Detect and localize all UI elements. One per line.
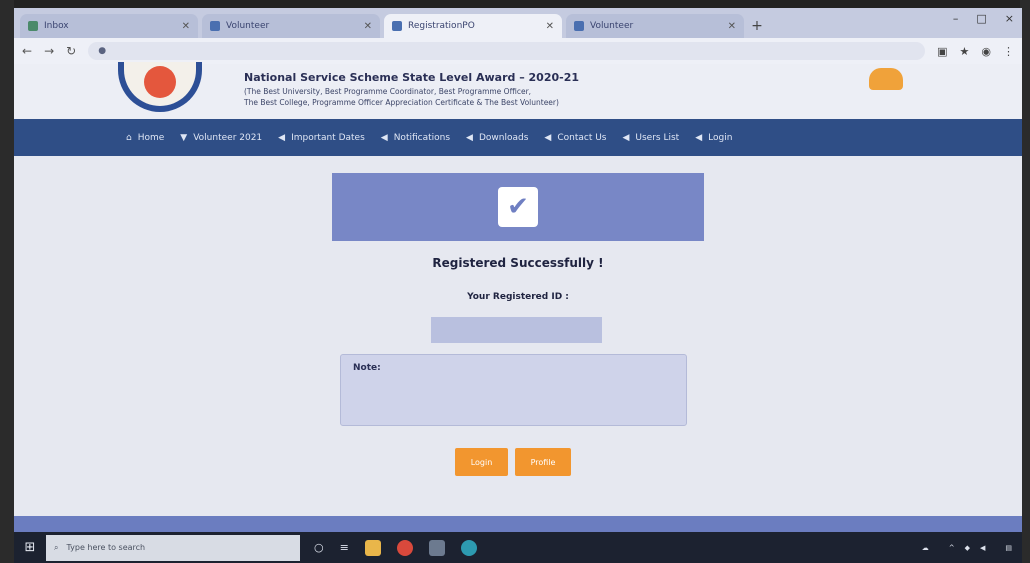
calendar-icon: ◀ xyxy=(278,132,286,143)
window-controls: – □ × xyxy=(953,12,1014,25)
file-explorer-icon[interactable] xyxy=(364,539,381,556)
windows-start-icon[interactable]: ⊞ xyxy=(14,532,46,563)
monitor-bezel-left xyxy=(0,0,14,563)
screen: Inbox ✕ Volunteer ✕ RegistrationPO ✕ Vol… xyxy=(14,8,1022,563)
browser-toolbar: ← → ↻ ● ▣ ★ ◉ ⋮ xyxy=(14,38,1022,64)
menu-kebab-icon[interactable]: ⋮ xyxy=(1003,45,1014,58)
widgets-icon[interactable]: ≡ xyxy=(340,541,349,554)
site-subtitle-line-1: (The Best University, Best Programme Coo… xyxy=(244,87,532,96)
site-subtitle-line-2: The Best College, Programme Officer Appr… xyxy=(244,98,559,107)
tab-volunteer-1[interactable]: Volunteer ✕ xyxy=(202,14,380,38)
close-icon[interactable]: ✕ xyxy=(728,21,736,32)
nav-downloads[interactable]: ◀ Downloads xyxy=(466,133,528,143)
nav-label: Contact Us xyxy=(557,132,607,143)
photos-app-icon[interactable] xyxy=(428,539,445,556)
volume-icon[interactable]: ◀ xyxy=(980,544,985,552)
tab-strip: Inbox ✕ Volunteer ✕ RegistrationPO ✕ Vol… xyxy=(14,8,1022,38)
nav-label: Notifications xyxy=(393,132,451,143)
nav-volunteer[interactable]: ▼ Volunteer 2021 xyxy=(180,133,262,143)
site-footer xyxy=(14,516,1022,532)
doc-favicon-icon xyxy=(574,21,584,31)
tab-label: Volunteer xyxy=(590,21,634,31)
new-tab-button[interactable]: + xyxy=(748,14,766,38)
toolbar-actions: ▣ ★ ◉ ⋮ xyxy=(937,45,1014,58)
logo-wheel-icon xyxy=(144,66,176,98)
note-title: Note: xyxy=(353,363,381,373)
nav-label: Login xyxy=(708,132,733,143)
extensions-icon[interactable]: ▣ xyxy=(937,45,947,58)
reload-icon[interactable]: ↻ xyxy=(66,44,76,58)
lock-icon: ● xyxy=(98,46,107,56)
main-nav: ⌂ Home ▼ Volunteer 2021 ◀ Important Date… xyxy=(14,119,1022,156)
list-icon: ◀ xyxy=(622,132,630,143)
task-view-icon[interactable]: ○ xyxy=(314,541,324,554)
phone-icon: ◀ xyxy=(544,132,552,143)
site-header: National Service Scheme State Level Awar… xyxy=(14,62,1022,119)
page-content: ✔ Registered Successfully ! Your Registe… xyxy=(14,156,1022,516)
address-bar[interactable]: ● xyxy=(88,42,926,60)
tab-label: Inbox xyxy=(44,21,69,31)
nav-contact-us[interactable]: ◀ Contact Us xyxy=(544,133,606,143)
nav-label: Home xyxy=(137,132,165,143)
profile-icon[interactable]: ◉ xyxy=(981,45,991,58)
close-icon[interactable]: ✕ xyxy=(182,21,190,32)
nav-notifications[interactable]: ◀ Notifications xyxy=(381,133,450,143)
registered-id-label: Your Registered ID : xyxy=(467,292,569,302)
nav-label: Users List xyxy=(635,132,680,143)
megaphone-icon: ◀ xyxy=(380,132,388,143)
tab-label: RegistrationPO xyxy=(408,21,475,31)
site-title: National Service Scheme State Level Awar… xyxy=(244,71,580,84)
note-box: Note: xyxy=(340,354,687,426)
profile-button[interactable]: Profile xyxy=(515,448,571,476)
close-icon[interactable]: ✕ xyxy=(546,21,554,32)
nav-important-dates[interactable]: ◀ Important Dates xyxy=(278,133,365,143)
nav-label: Important Dates xyxy=(291,132,365,143)
weather-icon[interactable]: ☁ xyxy=(922,544,929,552)
notifications-icon[interactable]: ▤ xyxy=(1005,544,1012,552)
maximize-button[interactable]: □ xyxy=(976,12,986,25)
government-emblem xyxy=(866,68,906,108)
system-tray: ☁ ^ ◆ ◀ ▤ xyxy=(922,544,1022,552)
tab-volunteer-2[interactable]: Volunteer ✕ xyxy=(566,14,744,38)
nav-users-list[interactable]: ◀ Users List xyxy=(622,133,679,143)
edge-icon[interactable] xyxy=(460,539,477,556)
nav-home[interactable]: ⌂ Home xyxy=(126,133,164,143)
taskbar-apps: ○ ≡ xyxy=(314,539,477,556)
tab-inbox[interactable]: Inbox ✕ xyxy=(20,14,198,38)
taskbar-search[interactable]: ⌕ Type here to search xyxy=(46,534,300,561)
nss-logo xyxy=(118,62,202,112)
chrome-icon[interactable] xyxy=(396,539,413,556)
tab-label: Volunteer xyxy=(226,21,270,31)
nav-label: Volunteer 2021 xyxy=(193,132,263,143)
back-icon[interactable]: ← xyxy=(22,44,32,58)
download-icon: ◀ xyxy=(466,132,473,143)
home-icon: ⌂ xyxy=(126,132,132,143)
os-taskbar: ⊞ ⌕ Type here to search ○ ≡ ☁ ^ ◆ ◀ ▤ xyxy=(14,532,1022,563)
minimize-button[interactable]: – xyxy=(953,12,959,25)
tray-chevron-icon[interactable]: ^ xyxy=(949,544,955,552)
tab-registration[interactable]: RegistrationPO ✕ xyxy=(384,14,562,38)
emblem-icon xyxy=(869,68,903,90)
close-icon[interactable]: ✕ xyxy=(364,21,372,32)
trophy-icon: ▼ xyxy=(180,132,188,143)
success-banner: ✔ xyxy=(332,173,704,241)
checkmark-icon: ✔ xyxy=(498,187,538,227)
registered-id-value xyxy=(431,317,602,343)
forward-icon[interactable]: → xyxy=(44,44,54,58)
doc-favicon-icon xyxy=(210,21,220,31)
search-icon: ⌕ xyxy=(54,542,59,552)
close-window-button[interactable]: × xyxy=(1005,12,1014,25)
bookmark-star-icon[interactable]: ★ xyxy=(960,45,970,58)
nav-login[interactable]: ◀ Login xyxy=(695,133,732,143)
site-favicon-icon xyxy=(392,21,402,31)
network-icon[interactable]: ◆ xyxy=(965,544,970,552)
login-button[interactable]: Login xyxy=(455,448,508,476)
nav-label: Downloads xyxy=(478,132,529,143)
login-icon: ◀ xyxy=(695,132,703,143)
search-placeholder: Type here to search xyxy=(66,543,146,552)
mail-favicon-icon xyxy=(28,21,38,31)
success-heading: Registered Successfully ! xyxy=(432,256,604,270)
